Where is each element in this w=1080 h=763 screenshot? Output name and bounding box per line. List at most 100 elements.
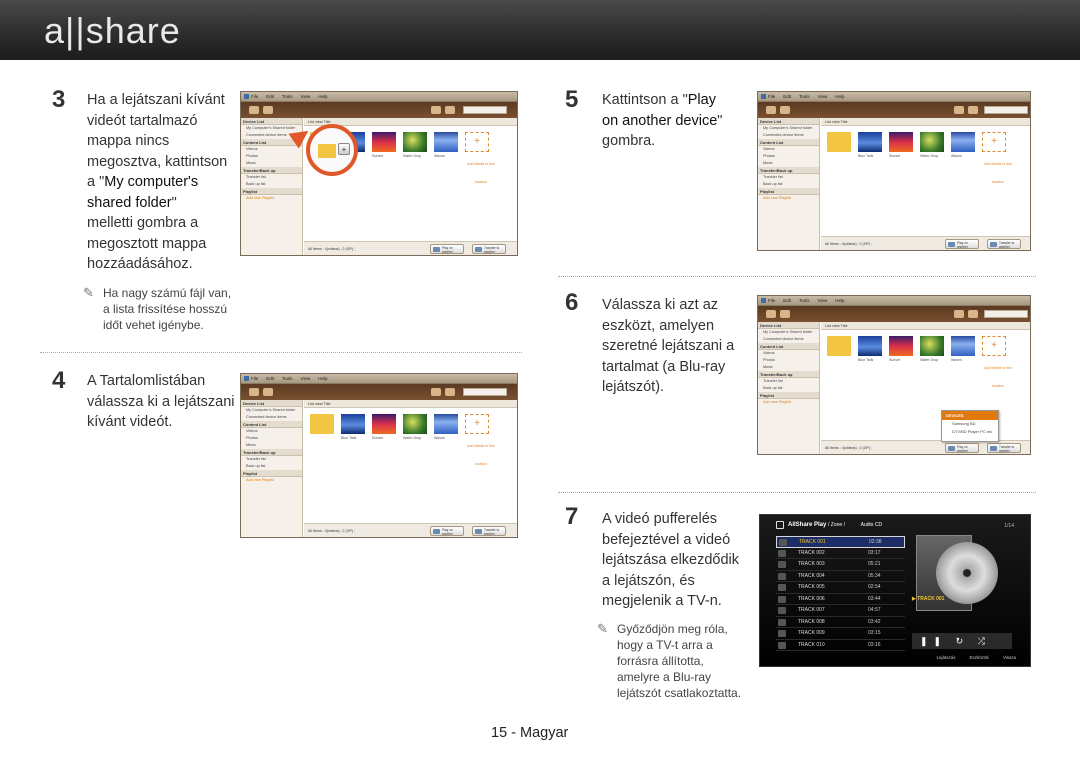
sidebar-item-connected[interactable]: Connected device items [758,336,819,343]
folder-icon[interactable] [249,388,259,396]
add-media-icon[interactable]: + Add Media to this location [465,414,495,466]
sidebar-item-connected[interactable]: Connected device items [758,132,819,139]
view-icon[interactable] [431,106,441,114]
sidebar-item-shared-folder[interactable]: My Computer's Shared folder [758,329,819,336]
sidebar-item-photos[interactable]: Photos [758,153,819,160]
view-icon[interactable] [954,106,964,114]
add-playlist-link[interactable]: Add new Playlist [758,195,819,202]
track-row[interactable]: TRACK 010 03:16 [776,640,905,651]
sidebar-item-photos[interactable]: Photos [758,357,819,364]
menu-help[interactable]: Help [835,298,844,303]
folder-up-thumb[interactable] [310,414,334,434]
sidebar-item-shared-folder[interactable]: My Computer's Shared folder [241,407,302,414]
track-row[interactable]: TRACK 009 03:15 [776,628,905,640]
camera-icon[interactable] [263,388,273,396]
menu-file[interactable]: File [768,94,775,99]
sidebar-item-videos[interactable]: Videos [241,146,302,153]
folder-icon[interactable] [766,106,776,114]
sidebar-item-videos[interactable]: Videos [241,428,302,435]
menu-edit[interactable]: Edit [783,94,791,99]
track-row[interactable]: TRACK 006 03:44 [776,594,905,605]
sidebar-item-photos[interactable]: Photos [241,153,302,160]
menu-view[interactable]: View [818,298,828,303]
camera-icon[interactable] [263,106,273,114]
video-thumb[interactable]: Waves [951,336,975,362]
add-media-icon[interactable]: + Add Media to this location [982,336,1012,388]
video-thumb[interactable]: Water Drop [920,132,944,158]
menu-file[interactable]: File [251,376,258,381]
play-on-another-device-button[interactable]: Play on another device [945,239,979,250]
search-input[interactable] [463,106,507,114]
sidebar-item-photos[interactable]: Photos [241,435,302,442]
footer-play[interactable]: Lejátszás [937,655,956,660]
sidebar-item-transfer[interactable]: Transfer list [241,174,302,181]
video-thumb[interactable]: Waves [434,414,458,440]
search-input[interactable] [463,388,507,396]
sidebar-item-backup[interactable]: Back up list [758,181,819,188]
add-media-icon[interactable]: + Add Media to this location [982,132,1012,184]
menu-view[interactable]: View [301,94,311,99]
sidebar-item-backup[interactable]: Back up list [241,181,302,188]
video-thumb[interactable]: Sunset [372,414,396,440]
sort-icon[interactable] [445,388,455,396]
sidebar-item-music[interactable]: Music [758,364,819,371]
sidebar-item-music[interactable]: Music [241,442,302,449]
video-thumb[interactable]: Blue Tails [341,414,365,440]
video-thumb[interactable]: Sunset [372,132,396,158]
share-folder-button-icon[interactable]: + [338,143,350,155]
folder-icon[interactable] [249,106,259,114]
video-thumb-selected[interactable]: Blue Tails [858,132,882,158]
sidebar-item-shared-folder[interactable]: My Computer's Shared folder [758,125,819,132]
sort-icon[interactable] [445,106,455,114]
track-row[interactable]: TRACK 001 02:38 [776,536,905,548]
play-on-another-device-button[interactable]: Play on another device [430,526,464,537]
folder-up-thumb[interactable] [827,336,851,356]
video-thumb[interactable]: Water Drop [920,336,944,362]
video-thumb[interactable]: Water Drop [403,132,427,158]
transfer-button[interactable]: Transfer to another device [472,526,506,537]
add-playlist-link[interactable]: Add new Playlist [241,195,302,202]
menu-view[interactable]: View [301,376,311,381]
menu-edit[interactable]: Edit [266,376,274,381]
track-row[interactable]: TRACK 003 05:21 [776,559,905,571]
video-thumb[interactable]: Waves [951,132,975,158]
footer-tools[interactable]: Eszközök [970,655,989,660]
track-row[interactable]: TRACK 004 05:34 [776,571,905,582]
sidebar-item-videos[interactable]: Videos [758,350,819,357]
video-thumb[interactable]: Sunset [889,336,913,362]
menu-file[interactable]: File [768,298,775,303]
track-row[interactable]: TRACK 007 04:57 [776,605,905,617]
footer-return[interactable]: Vissza [1003,655,1016,660]
add-playlist-link[interactable]: Add new Playlist [758,399,819,406]
search-input[interactable] [984,310,1028,318]
menu-help[interactable]: Help [318,94,327,99]
view-icon[interactable] [954,310,964,318]
video-thumb[interactable]: Waves [434,132,458,158]
menu-tools[interactable]: Tools [799,298,810,303]
menu-edit[interactable]: Edit [266,94,274,99]
transfer-button[interactable]: Transfer to another device [987,239,1021,250]
sidebar-item-music[interactable]: Music [241,160,302,167]
menu-help[interactable]: Help [318,376,327,381]
folder-up-thumb[interactable] [827,132,851,152]
play-on-another-device-button[interactable]: Play on another device [945,443,979,454]
sidebar-item-backup[interactable]: Back up list [241,463,302,470]
sidebar-item-music[interactable]: Music [758,160,819,167]
playback-controls[interactable]: ❚❚ ↻ ⤮ [912,633,1012,649]
track-row[interactable]: TRACK 005 02:54 [776,582,905,594]
menu-view[interactable]: View [818,94,828,99]
menu-help[interactable]: Help [835,94,844,99]
video-thumb[interactable]: Sunset [889,132,913,158]
sort-icon[interactable] [968,310,978,318]
camera-icon[interactable] [780,310,790,318]
menu-tools[interactable]: Tools [799,94,810,99]
video-thumb[interactable]: Water Drop [403,414,427,440]
search-input[interactable] [984,106,1028,114]
track-row[interactable]: TRACK 008 03:42 [776,617,905,628]
menu-tools[interactable]: Tools [282,376,293,381]
menu-tools[interactable]: Tools [282,94,293,99]
menu-file[interactable]: File [251,94,258,99]
sidebar-item-transfer[interactable]: Transfer list [758,378,819,385]
track-row[interactable]: TRACK 002 03:17 [776,548,905,559]
folder-icon[interactable] [766,310,776,318]
